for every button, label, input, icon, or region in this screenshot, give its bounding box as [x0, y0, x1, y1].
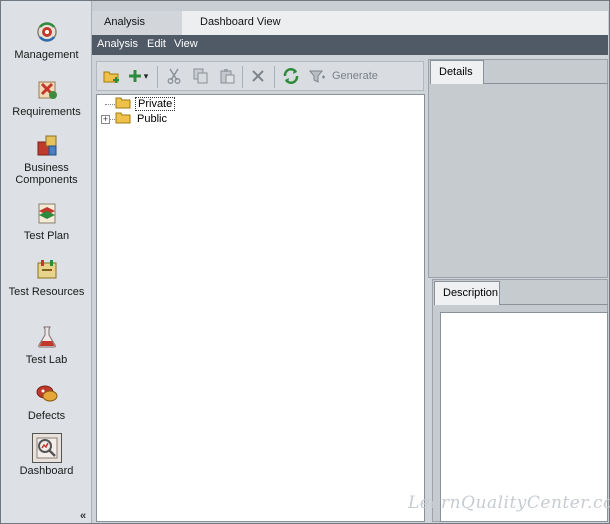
- tree-toolbar: ▾ Generate: [96, 61, 424, 91]
- sidebar-item-label: Defects: [27, 410, 66, 422]
- delete-icon[interactable]: [248, 66, 268, 86]
- tab-analysis-view[interactable]: Analysis View: [92, 11, 182, 51]
- tree-node-label: Private: [135, 97, 176, 111]
- tab-strip-line: [500, 304, 608, 305]
- dashboard-icon: [31, 433, 62, 463]
- tab-strip-line: [484, 83, 608, 84]
- sidebar-item-dashboard[interactable]: Dashboard: [1, 433, 92, 477]
- tab-dashboard-view[interactable]: Dashboard View: [188, 11, 293, 35]
- description-editor[interactable]: [440, 312, 608, 522]
- menu-view[interactable]: View: [174, 38, 198, 50]
- tree-node-private[interactable]: Private: [105, 96, 176, 112]
- toolbar-separator: [157, 66, 158, 88]
- generate-button[interactable]: Generate: [332, 70, 378, 82]
- tree-node-label: Public: [137, 113, 167, 125]
- sidebar-item-requirements[interactable]: Requirements: [1, 74, 92, 118]
- tree-node-public[interactable]: + Public: [101, 111, 169, 127]
- generate-icon[interactable]: [307, 66, 327, 86]
- sidebar-item-label: Test Resources: [8, 286, 85, 298]
- sidebar-item-business-components[interactable]: Business Components: [1, 130, 92, 186]
- sidebar-item-defects[interactable]: Defects: [1, 378, 92, 422]
- watermark-text: LearnQualityCenter.com: [408, 493, 610, 513]
- sidebar-item-label: Test Lab: [25, 354, 68, 366]
- collapse-sidebar-button[interactable]: «: [80, 511, 86, 522]
- cut-icon[interactable]: [164, 66, 184, 86]
- sidebar-item-label: Management: [14, 49, 79, 61]
- sidebar-item-management[interactable]: Management: [1, 17, 92, 61]
- sidebar-item-test-lab[interactable]: Test Lab: [1, 322, 92, 366]
- requirements-icon: [32, 74, 62, 104]
- test-lab-icon: [32, 322, 62, 352]
- copy-icon[interactable]: [191, 66, 211, 86]
- add-dropdown-icon[interactable]: ▾: [141, 66, 151, 86]
- refresh-icon[interactable]: [281, 66, 301, 86]
- defects-icon: [32, 378, 62, 408]
- tab-details[interactable]: Details: [430, 60, 484, 84]
- test-resources-icon: [32, 254, 62, 284]
- folder-icon: [115, 111, 131, 127]
- paste-icon[interactable]: [217, 66, 237, 86]
- tree-connector: [105, 104, 115, 105]
- module-sidebar: Management Requirements Business Compone…: [1, 1, 92, 523]
- sidebar-item-label: Business Components: [15, 162, 78, 186]
- new-folder-icon[interactable]: [102, 66, 122, 86]
- view-tabs: Analysis View Dashboard View: [92, 11, 608, 51]
- details-pane: [428, 59, 608, 278]
- sidebar-item-test-resources[interactable]: Test Resources: [1, 254, 92, 298]
- menu-analysis[interactable]: Analysis: [97, 38, 138, 50]
- toolbar-separator: [242, 66, 243, 88]
- sidebar-item-label: Requirements: [12, 106, 81, 118]
- sidebar-item-test-plan[interactable]: Test Plan: [1, 198, 92, 242]
- menu-edit[interactable]: Edit: [147, 38, 166, 50]
- toolbar-separator: [274, 66, 275, 88]
- folder-icon: [115, 96, 131, 112]
- test-plan-icon: [32, 198, 62, 228]
- tab-description[interactable]: Description: [434, 281, 500, 305]
- management-icon: [32, 17, 62, 47]
- sidebar-item-label: Test Plan: [23, 230, 70, 242]
- expand-toggle[interactable]: +: [101, 114, 110, 124]
- menu-bar: Analysis Edit View: [92, 35, 608, 55]
- sidebar-item-label: Dashboard: [19, 465, 74, 477]
- business-components-icon: [32, 130, 62, 160]
- folder-tree: Private + Public: [96, 94, 425, 522]
